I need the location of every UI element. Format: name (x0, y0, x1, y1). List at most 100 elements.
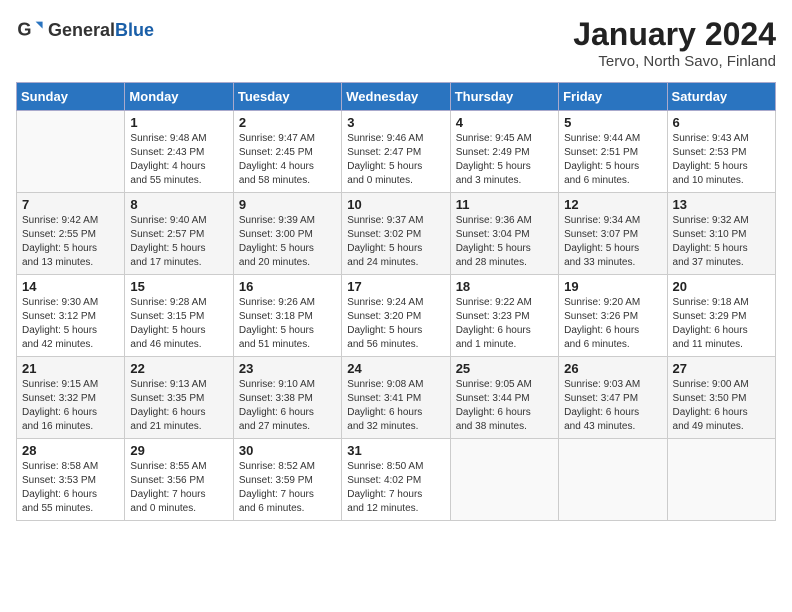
calendar-cell: 13Sunrise: 9:32 AM Sunset: 3:10 PM Dayli… (667, 193, 775, 275)
day-number: 16 (239, 279, 336, 294)
day-info: Sunrise: 9:37 AM Sunset: 3:02 PM Dayligh… (347, 214, 444, 270)
calendar-cell: 11 Sunrise: 9:36 AM Sunset: 3:04 PM Dayli… (450, 193, 558, 275)
calendar-cell: 2 Sunrise: 9:47 AM Sunset: 2:45 PM Daylig… (233, 111, 341, 193)
calendar-table: SundayMondayTuesdayWednesdayThursdayFrid… (16, 82, 776, 521)
calendar-cell: 23Sunrise: 9:10 AM Sunset: 3:38 PM Dayli… (233, 357, 341, 439)
day-info: Sunrise: 9:13 AM Sunset: 3:35 PM Dayligh… (130, 378, 227, 434)
day-number: 8 (130, 197, 227, 212)
day-number: 20 (673, 279, 770, 294)
calendar-cell: 31Sunrise: 8:50 AM Sunset: 4:02 PM Dayli… (342, 439, 450, 521)
day-info: Sunrise: 9:22 AM Sunset: 3:23 PM Dayligh… (456, 296, 553, 352)
day-info: Sunrise: 8:52 AM Sunset: 3:59 PM Dayligh… (239, 460, 336, 516)
day-info: Sunrise: 9:08 AM Sunset: 3:41 PM Dayligh… (347, 378, 444, 434)
day-info: Sunrise: 9:32 AM Sunset: 3:10 PM Dayligh… (673, 214, 770, 270)
month-title: January 2024 (573, 16, 776, 53)
calendar-cell (17, 111, 125, 193)
day-number: 19 (564, 279, 661, 294)
calendar-cell: 24 Sunrise: 9:08 AM Sunset: 3:41 PM Dayli… (342, 357, 450, 439)
calendar-cell: 26 Sunrise: 9:03 AM Sunset: 3:47 PM Dayli… (559, 357, 667, 439)
day-info: Sunrise: 9:48 AM Sunset: 2:43 PM Dayligh… (130, 132, 227, 188)
calendar-cell: 18 Sunrise: 9:22 AM Sunset: 3:23 PM Dayli… (450, 275, 558, 357)
day-number: 18 (456, 279, 553, 294)
calendar-cell: 22Sunrise: 9:13 AM Sunset: 3:35 PM Dayli… (125, 357, 233, 439)
day-info: Sunrise: 9:18 AM Sunset: 3:29 PM Dayligh… (673, 296, 770, 352)
day-number: 10 (347, 197, 444, 212)
day-info: Sunrise: 9:26 AM Sunset: 3:18 PM Dayligh… (239, 296, 336, 352)
calendar-cell: 17 Sunrise: 9:24 AM Sunset: 3:20 PM Dayli… (342, 275, 450, 357)
calendar-week-row: 21 Sunrise: 9:15 AM Sunset: 3:32 PM Dayli… (17, 357, 776, 439)
day-number: 9 (239, 197, 336, 212)
day-number: 1 (130, 115, 227, 130)
calendar-week-row: 14Sunrise: 9:30 AM Sunset: 3:12 PM Dayli… (17, 275, 776, 357)
calendar-week-row: 7Sunrise: 9:42 AM Sunset: 2:55 PM Daylig… (17, 193, 776, 275)
day-number: 11 (456, 197, 553, 212)
day-of-week-header: Friday (559, 83, 667, 111)
day-info: Sunrise: 9:15 AM Sunset: 3:32 PM Dayligh… (22, 378, 119, 434)
page-header: G GeneralBlue January 2024 Tervo, North … (16, 16, 776, 70)
day-number: 26 (564, 361, 661, 376)
calendar-week-row: 28Sunrise: 8:58 AM Sunset: 3:53 PM Dayli… (17, 439, 776, 521)
day-number: 24 (347, 361, 444, 376)
calendar-cell: 15Sunrise: 9:28 AM Sunset: 3:15 PM Dayli… (125, 275, 233, 357)
calendar-cell: 7Sunrise: 9:42 AM Sunset: 2:55 PM Daylig… (17, 193, 125, 275)
day-of-week-header: Tuesday (233, 83, 341, 111)
calendar-body: 1 Sunrise: 9:48 AM Sunset: 2:43 PM Daylig… (17, 111, 776, 521)
day-info: Sunrise: 9:36 AM Sunset: 3:04 PM Dayligh… (456, 214, 553, 270)
day-number: 29 (130, 443, 227, 458)
calendar-week-row: 1 Sunrise: 9:48 AM Sunset: 2:43 PM Daylig… (17, 111, 776, 193)
day-info: Sunrise: 9:44 AM Sunset: 2:51 PM Dayligh… (564, 132, 661, 188)
day-info: Sunrise: 9:40 AM Sunset: 2:57 PM Dayligh… (130, 214, 227, 270)
calendar-cell: 12 Sunrise: 9:34 AM Sunset: 3:07 PM Dayli… (559, 193, 667, 275)
calendar-cell: 4Sunrise: 9:45 AM Sunset: 2:49 PM Daylig… (450, 111, 558, 193)
calendar-cell (667, 439, 775, 521)
day-info: Sunrise: 8:58 AM Sunset: 3:53 PM Dayligh… (22, 460, 119, 516)
day-number: 2 (239, 115, 336, 130)
day-number: 7 (22, 197, 119, 212)
day-info: Sunrise: 9:00 AM Sunset: 3:50 PM Dayligh… (673, 378, 770, 434)
day-of-week-header: Monday (125, 83, 233, 111)
calendar-cell: 20 Sunrise: 9:18 AM Sunset: 3:29 PM Dayli… (667, 275, 775, 357)
day-info: Sunrise: 9:34 AM Sunset: 3:07 PM Dayligh… (564, 214, 661, 270)
calendar-cell (450, 439, 558, 521)
calendar-cell: 3 Sunrise: 9:46 AM Sunset: 2:47 PM Daylig… (342, 111, 450, 193)
calendar-cell: 25 Sunrise: 9:05 AM Sunset: 3:44 PM Dayli… (450, 357, 558, 439)
day-number: 31 (347, 443, 444, 458)
day-number: 17 (347, 279, 444, 294)
day-number: 25 (456, 361, 553, 376)
calendar-cell: 29 Sunrise: 8:55 AM Sunset: 3:56 PM Dayli… (125, 439, 233, 521)
day-info: Sunrise: 9:05 AM Sunset: 3:44 PM Dayligh… (456, 378, 553, 434)
day-of-week-header: Thursday (450, 83, 558, 111)
calendar-cell: 27 Sunrise: 9:00 AM Sunset: 3:50 PM Dayli… (667, 357, 775, 439)
calendar-cell: 19Sunrise: 9:20 AM Sunset: 3:26 PM Dayli… (559, 275, 667, 357)
day-info: Sunrise: 9:47 AM Sunset: 2:45 PM Dayligh… (239, 132, 336, 188)
day-info: Sunrise: 9:24 AM Sunset: 3:20 PM Dayligh… (347, 296, 444, 352)
day-info: Sunrise: 8:55 AM Sunset: 3:56 PM Dayligh… (130, 460, 227, 516)
calendar-cell: 16 Sunrise: 9:26 AM Sunset: 3:18 PM Dayli… (233, 275, 341, 357)
day-info: Sunrise: 9:28 AM Sunset: 3:15 PM Dayligh… (130, 296, 227, 352)
day-number: 12 (564, 197, 661, 212)
day-number: 6 (673, 115, 770, 130)
logo-icon: G (16, 16, 44, 44)
calendar-cell: 28Sunrise: 8:58 AM Sunset: 3:53 PM Dayli… (17, 439, 125, 521)
day-of-week-header: Saturday (667, 83, 775, 111)
day-info: Sunrise: 9:39 AM Sunset: 3:00 PM Dayligh… (239, 214, 336, 270)
day-info: Sunrise: 9:30 AM Sunset: 3:12 PM Dayligh… (22, 296, 119, 352)
day-number: 5 (564, 115, 661, 130)
calendar-cell: 6Sunrise: 9:43 AM Sunset: 2:53 PM Daylig… (667, 111, 775, 193)
day-info: Sunrise: 9:03 AM Sunset: 3:47 PM Dayligh… (564, 378, 661, 434)
calendar-cell (559, 439, 667, 521)
day-info: Sunrise: 9:45 AM Sunset: 2:49 PM Dayligh… (456, 132, 553, 188)
day-of-week-header: Wednesday (342, 83, 450, 111)
day-number: 23 (239, 361, 336, 376)
calendar-header-row: SundayMondayTuesdayWednesdayThursdayFrid… (17, 83, 776, 111)
day-number: 21 (22, 361, 119, 376)
calendar-cell: 5 Sunrise: 9:44 AM Sunset: 2:51 PM Daylig… (559, 111, 667, 193)
day-info: Sunrise: 9:46 AM Sunset: 2:47 PM Dayligh… (347, 132, 444, 188)
calendar-cell: 21 Sunrise: 9:15 AM Sunset: 3:32 PM Dayli… (17, 357, 125, 439)
svg-text:G: G (17, 20, 31, 40)
day-number: 27 (673, 361, 770, 376)
calendar-cell: 14Sunrise: 9:30 AM Sunset: 3:12 PM Dayli… (17, 275, 125, 357)
day-number: 3 (347, 115, 444, 130)
calendar-cell: 10 Sunrise: 9:37 AM Sunset: 3:02 PM Dayli… (342, 193, 450, 275)
day-number: 30 (239, 443, 336, 458)
